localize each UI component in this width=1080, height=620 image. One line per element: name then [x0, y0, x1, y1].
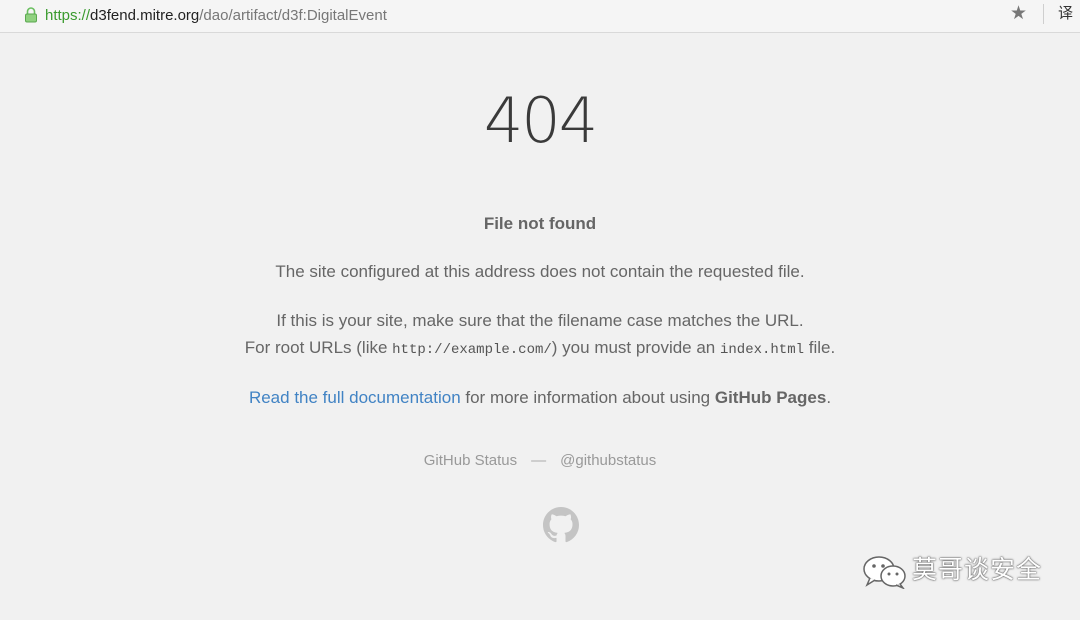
help-line-2-prefix: For root URLs (like — [244, 338, 393, 357]
footer-separator: — — [531, 452, 547, 469]
url-path: /dao/artifact/d3f:DigitalEvent — [199, 7, 387, 24]
lock-icon — [24, 7, 38, 23]
github-octocat-icon[interactable] — [543, 507, 579, 543]
help-line-1: If this is your site, make sure that the… — [276, 311, 804, 330]
footer-links: GitHub Status — @githubstatus — [0, 451, 1080, 471]
error-code: 404 — [483, 84, 598, 157]
example-url-code: http://example.com/ — [392, 342, 552, 358]
github-pages-label: GitHub Pages — [714, 388, 827, 407]
wechat-watermark: 莫哥谈安全 — [862, 551, 1062, 591]
wechat-icon — [862, 555, 908, 590]
watermark-text: 莫哥谈安全 — [912, 555, 1043, 584]
github-status-link[interactable]: GitHub Status — [424, 452, 517, 469]
page-content: 404 File not found The site configured a… — [0, 33, 1080, 620]
page-title: File not found — [483, 214, 597, 233]
url-text[interactable]: https://d3fend.mitre.org/dao/artifact/d3… — [45, 6, 387, 25]
documentation-paragraph: Read the full documentation for more inf… — [0, 384, 1080, 411]
toolbar-divider — [1043, 4, 1044, 24]
index-file-code: index.html — [720, 342, 805, 358]
help-line-2-suffix: file. — [804, 338, 836, 357]
githubstatus-twitter-link[interactable]: @githubstatus — [560, 452, 656, 469]
star-icon[interactable]: ★ — [1010, 3, 1027, 25]
doc-text-mid: for more information about using — [460, 388, 715, 407]
address-bar[interactable]: https://d3fend.mitre.org/dao/artifact/d3… — [0, 0, 1080, 33]
help-line-2: For root URLs (like http://example.com/)… — [0, 334, 1080, 364]
help-paragraph: If this is your site, make sure that the… — [0, 307, 1080, 364]
doc-text-end: . — [826, 388, 832, 407]
error-description: The site configured at this address does… — [275, 262, 805, 281]
documentation-link[interactable]: Read the full documentation — [249, 388, 461, 407]
translate-icon[interactable]: 译 — [1058, 3, 1073, 23]
url-scheme: https:// — [45, 7, 91, 24]
help-line-2-mid: ) you must provide an — [551, 338, 720, 357]
url-host: d3fend.mitre.org — [90, 7, 200, 24]
